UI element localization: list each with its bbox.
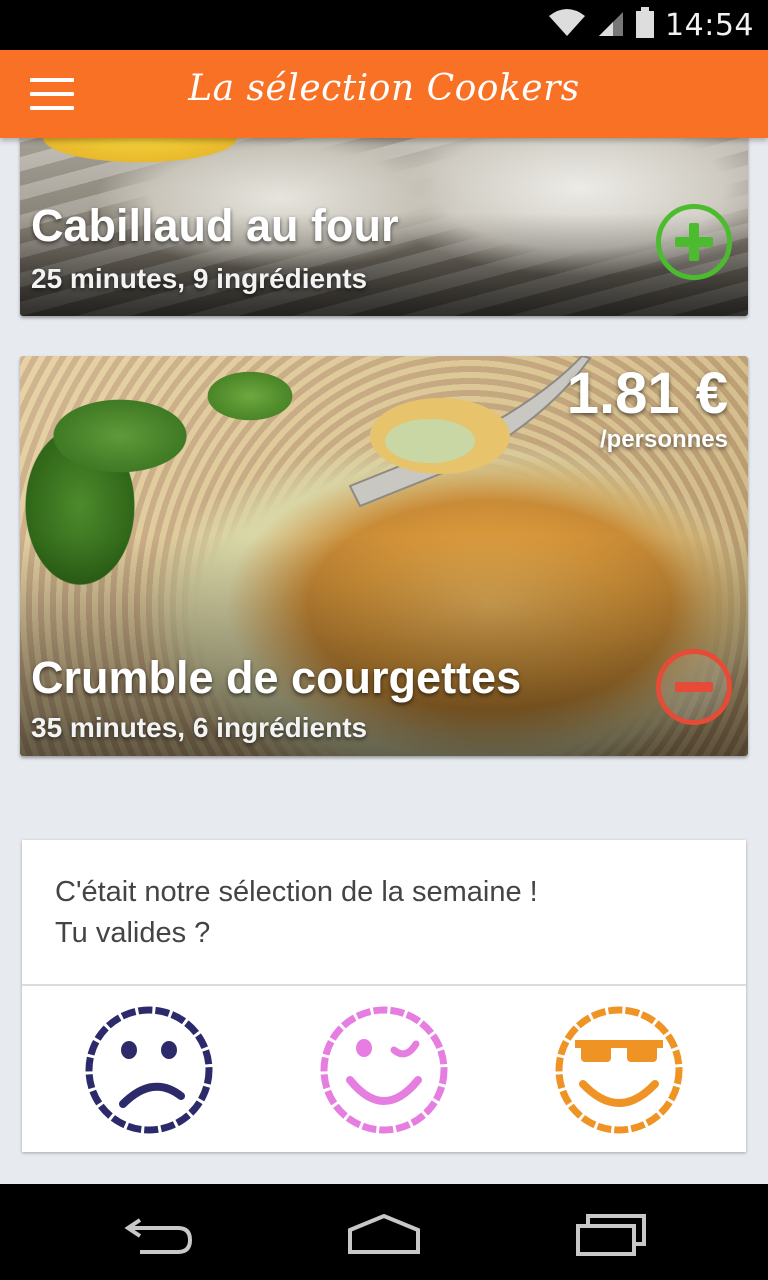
back-icon [124, 1218, 193, 1254]
app-title: La sélection Cookers [188, 68, 580, 109]
battery-icon [635, 6, 655, 44]
minus-icon [675, 682, 713, 692]
feedback-card: C'était notre sélection de la semaine ! … [22, 840, 746, 1152]
recent-apps-button[interactable] [570, 1208, 650, 1258]
wifi-icon [547, 8, 587, 43]
recipe-card[interactable]: Cabillaud au four 25 minutes, 9 ingrédie… [20, 138, 748, 316]
recipe-list[interactable]: Cabillaud au four 25 minutes, 9 ingrédie… [0, 138, 768, 1184]
recipe-meta: 25 minutes, 9 ingrédients [31, 263, 368, 294]
app-bar: La sélection Cookers [0, 50, 768, 138]
price-amount: 1.81 € [566, 361, 728, 426]
price-tag: 1.81 € /personnes [567, 362, 728, 454]
sad-face-button[interactable] [83, 1004, 215, 1136]
add-recipe-button[interactable] [656, 204, 732, 280]
back-button[interactable] [120, 1208, 200, 1258]
home-icon [348, 1213, 420, 1254]
status-bar: 14:54 [0, 0, 768, 50]
navigation-bar [0, 1184, 768, 1280]
home-button[interactable] [344, 1208, 424, 1258]
cell-signal-icon [597, 8, 625, 43]
remove-recipe-button[interactable] [656, 649, 732, 725]
clock: 14:54 [665, 7, 754, 43]
recipe-title: Crumble de courgettes [31, 652, 522, 703]
wink-face-icon [320, 1006, 448, 1134]
divider [22, 984, 746, 986]
sunglasses-face-icon [555, 1006, 683, 1134]
feedback-question: C'était notre sélection de la semaine ! … [55, 876, 538, 949]
recipe-card[interactable]: 1.81 € /personnes Crumble de courgettes … [20, 356, 748, 756]
sad-face-icon [85, 1006, 213, 1134]
recent-apps-icon [576, 1214, 646, 1256]
sunglasses-face-button[interactable] [553, 1004, 685, 1136]
recipe-title: Cabillaud au four [31, 200, 399, 251]
price-unit: /personnes [599, 426, 728, 453]
plus-icon [675, 223, 713, 261]
recipe-meta: 35 minutes, 6 ingrédients [31, 712, 368, 743]
fork-image [348, 356, 592, 508]
wink-face-button[interactable] [318, 1004, 450, 1136]
